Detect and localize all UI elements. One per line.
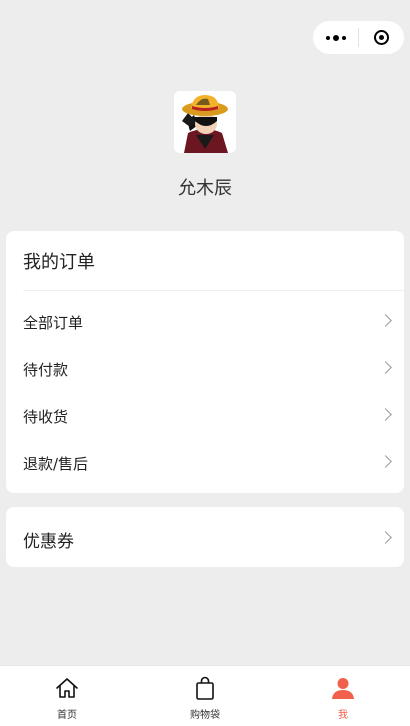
home-icon xyxy=(56,678,78,698)
username: 允木辰 xyxy=(178,178,232,199)
avatar[interactable] xyxy=(174,91,236,153)
order-row-label: 待收货 xyxy=(23,408,69,426)
anime-avatar-icon xyxy=(174,91,236,153)
chevron-right-icon xyxy=(379,455,392,468)
tab-me[interactable]: 我 xyxy=(303,666,383,726)
chevron-right-icon xyxy=(379,408,392,421)
order-row-pending-receipt[interactable]: 待收货 xyxy=(6,401,404,431)
close-button[interactable] xyxy=(359,21,404,54)
order-row-all[interactable]: 全部订单 xyxy=(6,307,404,337)
tab-home[interactable]: 首页 xyxy=(27,666,107,726)
capsule-menu xyxy=(313,21,404,54)
person-icon xyxy=(332,678,354,699)
order-row-label: 退款/售后 xyxy=(23,455,89,473)
tab-label: 首页 xyxy=(57,710,77,721)
tab-label: 购物袋 xyxy=(190,710,220,721)
order-row-label: 全部订单 xyxy=(23,314,84,332)
tab-bar: 首页 购物袋 我 xyxy=(0,665,410,726)
orders-title: 我的订单 xyxy=(23,252,95,273)
chevron-right-icon xyxy=(379,361,392,374)
chevron-right-icon xyxy=(379,314,392,327)
target-icon xyxy=(374,30,389,45)
tab-label: 我 xyxy=(338,710,348,721)
chevron-right-icon xyxy=(379,531,392,544)
order-row-refund[interactable]: 退款/售后 xyxy=(6,448,404,478)
orders-card: 我的订单 全部订单 待付款 待收货 退款/售后 xyxy=(6,231,404,493)
coupon-label: 优惠券 xyxy=(23,532,74,552)
tab-bag[interactable]: 购物袋 xyxy=(165,666,245,726)
order-row-pending-payment[interactable]: 待付款 xyxy=(6,354,404,384)
coupon-card[interactable]: 优惠券 xyxy=(6,507,404,567)
order-row-label: 待付款 xyxy=(23,361,69,379)
bag-icon xyxy=(196,676,214,700)
more-icon xyxy=(325,34,346,41)
divider xyxy=(23,290,404,291)
more-button[interactable] xyxy=(313,21,358,54)
